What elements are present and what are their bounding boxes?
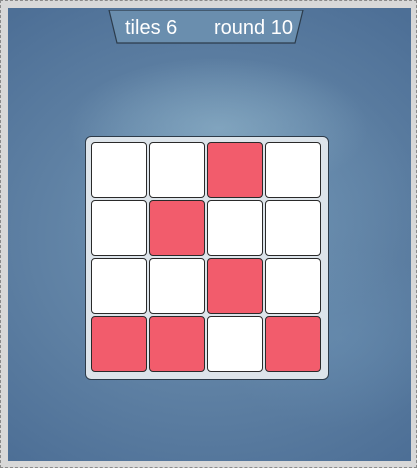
tile-r4-c1[interactable] (91, 316, 147, 372)
tile-r4-c4[interactable] (265, 316, 321, 372)
score-panel: tiles 6 round 10 (108, 10, 304, 44)
tile-r4-c2[interactable] (149, 316, 205, 372)
tile-r1-c1[interactable] (91, 142, 147, 198)
tile-r4-c3[interactable] (207, 316, 263, 372)
tile-r1-c4[interactable] (265, 142, 321, 198)
round-counter: round 10 (214, 17, 293, 39)
tile-board (85, 136, 329, 380)
tile-r2-c1[interactable] (91, 200, 147, 256)
tile-r3-c2[interactable] (149, 258, 205, 314)
tile-r2-c2[interactable] (149, 200, 205, 256)
tiles-counter: tiles 6 (125, 17, 178, 39)
tile-r3-c4[interactable] (265, 258, 321, 314)
window-frame: tiles 6 round 10 (0, 0, 417, 468)
tile-r2-c3[interactable] (207, 200, 263, 256)
tile-r3-c3[interactable] (207, 258, 263, 314)
tile-r1-c2[interactable] (149, 142, 205, 198)
tile-r1-c3[interactable] (207, 142, 263, 198)
game-stage: tiles 6 round 10 (8, 8, 411, 461)
tile-r2-c4[interactable] (265, 200, 321, 256)
tile-r3-c1[interactable] (91, 258, 147, 314)
